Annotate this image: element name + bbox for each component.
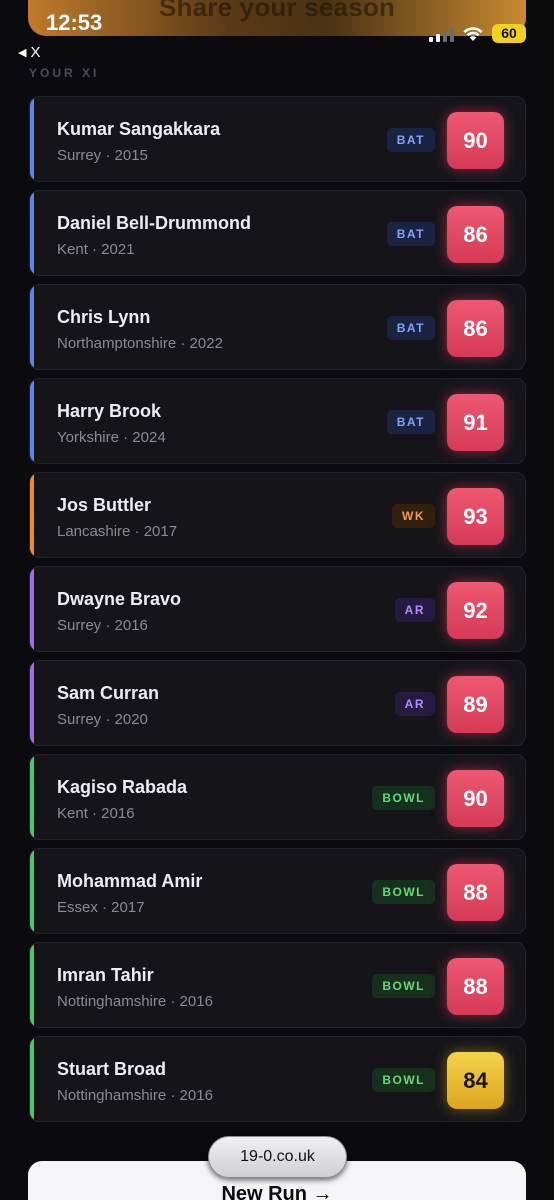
player-card[interactable]: Imran Tahir Nottinghamshire · 2016 BOWL 88 xyxy=(29,942,526,1028)
player-team-year: Lancashire · 2017 xyxy=(57,523,178,540)
player-card[interactable]: Daniel Bell-Drummond Kent · 2021 BAT 86 xyxy=(29,190,526,276)
role-accent-bar xyxy=(30,943,34,1027)
player-name: Chris Lynn xyxy=(57,307,151,327)
role-accent-bar xyxy=(30,755,34,839)
role-accent-bar xyxy=(30,97,34,181)
status-time: 12:53 xyxy=(46,10,103,35)
wifi-icon xyxy=(463,26,483,41)
rating-badge: 88 xyxy=(447,958,504,1015)
role-accent-bar xyxy=(30,473,34,557)
role-badge: BAT xyxy=(386,316,435,340)
player-team-year: Surrey · 2016 xyxy=(57,617,148,634)
rating-badge: 93 xyxy=(447,488,504,545)
role-badge: AR xyxy=(394,692,435,716)
rating-badge: 86 xyxy=(447,300,504,357)
section-label-your-xi: YOUR XI xyxy=(29,66,100,80)
player-team-year: Yorkshire · 2024 xyxy=(57,429,166,446)
role-badge: BOWL xyxy=(372,786,435,810)
player-team-year: Kent · 2021 xyxy=(57,241,135,258)
player-card[interactable]: Stuart Broad Nottinghamshire · 2016 BOWL 84 xyxy=(29,1036,526,1122)
role-badge: BAT xyxy=(386,222,435,246)
player-name: Daniel Bell-Drummond xyxy=(57,213,252,233)
rating-badge: 89 xyxy=(447,676,504,733)
player-team-year: Surrey · 2020 xyxy=(57,711,148,728)
role-badge: WK xyxy=(392,504,435,528)
rating-badge: 92 xyxy=(447,582,504,639)
screen: Share your season 12:53 60 ◀ X YOUR XI K… xyxy=(0,0,554,1200)
player-name: Mohammad Amir xyxy=(57,871,203,891)
player-name: Jos Buttler xyxy=(57,495,152,515)
player-name: Sam Curran xyxy=(57,683,160,703)
role-badge: BOWL xyxy=(372,880,435,904)
url-pill[interactable]: 19-0.co.uk xyxy=(208,1136,347,1178)
player-team-year: Surrey · 2015 xyxy=(57,147,148,164)
player-card[interactable]: Dwayne Bravo Surrey · 2016 AR 92 xyxy=(29,566,526,652)
player-card[interactable]: Harry Brook Yorkshire · 2024 BAT 91 xyxy=(29,378,526,464)
player-team-year: Nottinghamshire · 2016 xyxy=(57,1087,213,1104)
role-badge: BAT xyxy=(386,128,435,152)
player-name: Dwayne Bravo xyxy=(57,589,182,609)
role-accent-bar xyxy=(30,191,34,275)
player-team-year: Essex · 2017 xyxy=(57,899,145,916)
rating-badge: 91 xyxy=(447,394,504,451)
back-triangle-icon: ◀ xyxy=(18,47,27,59)
player-card[interactable]: Chris Lynn Northamptonshire · 2022 BAT 86 xyxy=(29,284,526,370)
role-accent-bar xyxy=(30,849,34,933)
player-list: Kumar Sangakkara Surrey · 2015 BAT 90 Daniel… xyxy=(29,96,526,1130)
rating-badge: 90 xyxy=(447,770,504,827)
player-team-year: Kent · 2016 xyxy=(57,805,135,822)
role-accent-bar xyxy=(30,661,34,745)
share-season-text: Share your season xyxy=(158,0,396,22)
role-badge: BOWL xyxy=(372,1068,435,1092)
rating-badge: 84 xyxy=(447,1052,504,1109)
player-name: Kagiso Rabada xyxy=(57,777,188,797)
battery-indicator: 60 xyxy=(492,24,526,43)
role-accent-bar xyxy=(30,1037,34,1121)
rating-badge: 86 xyxy=(447,206,504,263)
player-card[interactable]: Kagiso Rabada Kent · 2016 BOWL 90 xyxy=(29,754,526,840)
role-badge: BAT xyxy=(386,410,435,434)
player-card[interactable]: Sam Curran Surrey · 2020 AR 89 xyxy=(29,660,526,746)
role-accent-bar xyxy=(30,285,34,369)
role-accent-bar xyxy=(30,379,34,463)
cellular-signal-icon xyxy=(429,26,454,42)
player-name: Stuart Broad xyxy=(57,1059,167,1079)
role-badge: BOWL xyxy=(372,974,435,998)
back-button[interactable]: ◀ X xyxy=(18,44,40,61)
role-accent-bar xyxy=(30,567,34,651)
back-label: X xyxy=(30,44,41,61)
player-name: Harry Brook xyxy=(57,401,162,421)
status-icons: 60 xyxy=(429,24,526,43)
rating-badge: 88 xyxy=(447,864,504,921)
player-team-year: Northamptonshire · 2022 xyxy=(57,335,223,352)
player-team-year: Nottinghamshire · 2016 xyxy=(57,993,213,1010)
role-badge: AR xyxy=(394,598,435,622)
player-name: Imran Tahir xyxy=(57,965,154,985)
player-card[interactable]: Mohammad Amir Essex · 2017 BOWL 88 xyxy=(29,848,526,934)
player-card[interactable]: Jos Buttler Lancashire · 2017 WK 93 xyxy=(29,472,526,558)
player-name: Kumar Sangakkara xyxy=(57,119,221,139)
player-card[interactable]: Kumar Sangakkara Surrey · 2015 BAT 90 xyxy=(29,96,526,182)
rating-badge: 90 xyxy=(447,112,504,169)
